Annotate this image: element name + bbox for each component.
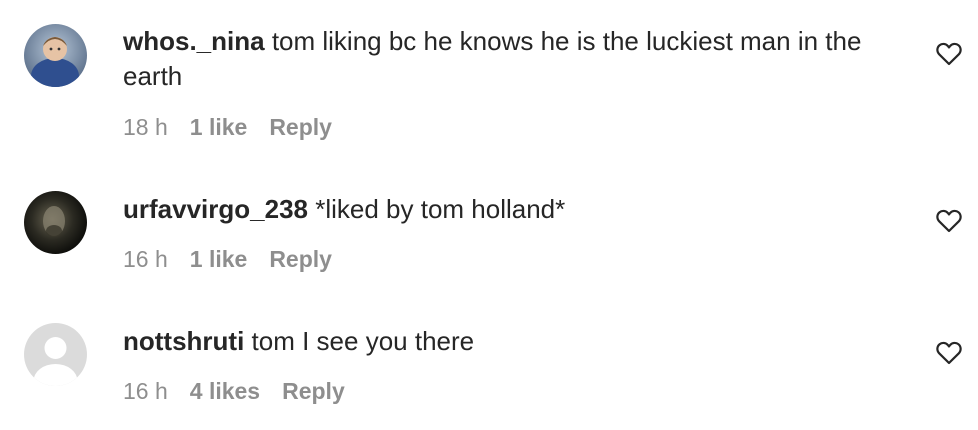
heart-outline-icon[interactable] — [936, 209, 962, 233]
comment-username[interactable]: whos._nina — [123, 26, 265, 56]
comment-meta: 16 h 4 likes Reply — [123, 376, 345, 406]
reply-button[interactable]: Reply — [282, 378, 345, 404]
comment-body: whos._nina tom liking bc he knows he is … — [123, 24, 913, 94]
comment-body: nottshruti tom I see you there — [123, 324, 913, 359]
comment-likes-count[interactable]: 4 likes — [190, 378, 260, 404]
comment-body: urfavvirgo_238 *liked by tom holland* — [123, 192, 913, 227]
reply-button[interactable]: Reply — [269, 114, 332, 140]
comment-text: tom I see you there — [251, 326, 475, 356]
comment-likes-count[interactable]: 1 like — [190, 246, 248, 272]
comment-timestamp[interactable]: 16 h — [123, 378, 168, 404]
comment-username[interactable]: nottshruti — [123, 326, 244, 356]
user-avatar[interactable] — [24, 24, 87, 87]
comment-timestamp[interactable]: 16 h — [123, 246, 168, 272]
user-avatar[interactable] — [24, 323, 87, 386]
comment-likes-count[interactable]: 1 like — [190, 114, 248, 140]
comment-text: *liked by tom holland* — [315, 194, 566, 224]
comment-meta: 18 h 1 like Reply — [123, 112, 332, 142]
comment-timestamp[interactable]: 18 h — [123, 114, 168, 140]
comment-username[interactable]: urfavvirgo_238 — [123, 194, 308, 224]
heart-outline-icon[interactable] — [936, 42, 962, 66]
heart-outline-icon[interactable] — [936, 341, 962, 365]
comment-meta: 16 h 1 like Reply — [123, 244, 332, 274]
reply-button[interactable]: Reply — [269, 246, 332, 272]
user-avatar[interactable] — [24, 191, 87, 254]
